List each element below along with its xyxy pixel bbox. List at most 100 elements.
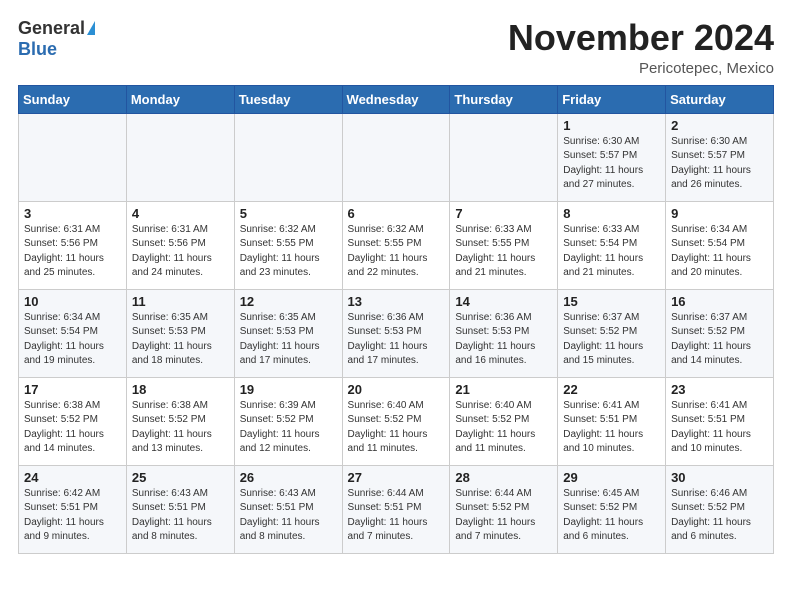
day-info: Sunrise: 6:32 AMSunset: 5:55 PMDaylight:… <box>348 223 445 281</box>
day-number: 2 <box>671 118 768 133</box>
calendar-day-header: Sunday <box>19 85 127 113</box>
calendar-cell: 30 Sunrise: 6:46 AMSunset: 5:52 PMDayligh… <box>666 465 774 553</box>
calendar-week-row: 24Sunrise: 6:42 AMSunset: 5:51 PMDayligh… <box>19 465 774 553</box>
day-info: Sunrise: 6:31 AMSunset: 5:56 PMDaylight:… <box>132 223 229 281</box>
day-number: 19 <box>240 382 337 397</box>
day-info: Sunrise: 6:35 AMSunset: 5:53 PMDaylight:… <box>240 311 337 369</box>
day-number: 8 <box>563 206 660 221</box>
day-number: 4 <box>132 206 229 221</box>
calendar-day-header: Friday <box>558 85 666 113</box>
calendar-cell <box>19 113 127 201</box>
calendar-cell: 28 Sunrise: 6:44 AMSunset: 5:52 PMDayligh… <box>450 465 558 553</box>
day-info: Sunrise: 6:43 AMSunset: 5:51 PMDaylight:… <box>132 487 229 545</box>
calendar-week-row: 1 Sunrise: 6:30 AMSunset: 5:57 PMDaylight… <box>19 113 774 201</box>
calendar-cell: 19Sunrise: 6:39 AMSunset: 5:52 PMDayligh… <box>234 377 342 465</box>
day-info: Sunrise: 6:32 AMSunset: 5:55 PMDaylight:… <box>240 223 337 281</box>
calendar-cell: 6Sunrise: 6:32 AMSunset: 5:55 PMDaylight… <box>342 201 450 289</box>
calendar-cell: 7 Sunrise: 6:33 AMSunset: 5:55 PMDaylight… <box>450 201 558 289</box>
day-info: Sunrise: 6:31 AMSunset: 5:56 PMDaylight:… <box>24 223 121 281</box>
day-number: 14 <box>455 294 552 309</box>
day-number: 5 <box>240 206 337 221</box>
day-info: Sunrise: 6:30 AMSunset: 5:57 PMDaylight:… <box>671 135 768 193</box>
day-info: Sunrise: 6:34 AMSunset: 5:54 PMDaylight:… <box>671 223 768 281</box>
logo-blue-text: Blue <box>18 39 57 60</box>
calendar-cell: 27 Sunrise: 6:44 AMSunset: 5:51 PMDayligh… <box>342 465 450 553</box>
day-number: 20 <box>348 382 445 397</box>
calendar-day-header: Saturday <box>666 85 774 113</box>
day-info: Sunrise: 6:45 AMSunset: 5:52 PMDaylight:… <box>563 487 660 545</box>
day-number: 25 <box>132 470 229 485</box>
day-number: 21 <box>455 382 552 397</box>
day-info: Sunrise: 6:38 AMSunset: 5:52 PMDaylight:… <box>132 399 229 457</box>
day-info: Sunrise: 6:33 AMSunset: 5:55 PMDaylight:… <box>455 223 552 281</box>
day-number: 7 <box>455 206 552 221</box>
day-info: Sunrise: 6:37 AMSunset: 5:52 PMDaylight:… <box>563 311 660 369</box>
calendar-day-header: Monday <box>126 85 234 113</box>
day-info: Sunrise: 6:44 AMSunset: 5:52 PMDaylight:… <box>455 487 552 545</box>
calendar-week-row: 10 Sunrise: 6:34 AMSunset: 5:54 PMDayligh… <box>19 289 774 377</box>
calendar-cell: 10 Sunrise: 6:34 AMSunset: 5:54 PMDayligh… <box>19 289 127 377</box>
calendar-cell: 3 Sunrise: 6:31 AMSunset: 5:56 PMDaylight… <box>19 201 127 289</box>
calendar-day-header: Thursday <box>450 85 558 113</box>
day-info: Sunrise: 6:42 AMSunset: 5:51 PMDaylight:… <box>24 487 121 545</box>
day-info: Sunrise: 6:37 AMSunset: 5:52 PMDaylight:… <box>671 311 768 369</box>
calendar-day-header: Tuesday <box>234 85 342 113</box>
calendar-cell: 20 Sunrise: 6:40 AMSunset: 5:52 PMDayligh… <box>342 377 450 465</box>
calendar-table: SundayMondayTuesdayWednesdayThursdayFrid… <box>18 85 774 554</box>
day-info: Sunrise: 6:43 AMSunset: 5:51 PMDaylight:… <box>240 487 337 545</box>
calendar-cell: 14 Sunrise: 6:36 AMSunset: 5:53 PMDayligh… <box>450 289 558 377</box>
day-number: 15 <box>563 294 660 309</box>
logo: General Blue <box>18 18 95 60</box>
day-info: Sunrise: 6:41 AMSunset: 5:51 PMDaylight:… <box>563 399 660 457</box>
page: General Blue November 2024 Pericotepec, … <box>0 0 792 564</box>
title-block: November 2024 Pericotepec, Mexico <box>508 18 774 77</box>
day-info: Sunrise: 6:41 AMSunset: 5:51 PMDaylight:… <box>671 399 768 457</box>
day-info: Sunrise: 6:44 AMSunset: 5:51 PMDaylight:… <box>348 487 445 545</box>
calendar-cell: 13Sunrise: 6:36 AMSunset: 5:53 PMDayligh… <box>342 289 450 377</box>
day-number: 10 <box>24 294 121 309</box>
header: General Blue November 2024 Pericotepec, … <box>18 18 774 77</box>
day-number: 3 <box>24 206 121 221</box>
calendar-cell: 1 Sunrise: 6:30 AMSunset: 5:57 PMDaylight… <box>558 113 666 201</box>
calendar-cell: 29 Sunrise: 6:45 AMSunset: 5:52 PMDayligh… <box>558 465 666 553</box>
calendar-cell: 11Sunrise: 6:35 AMSunset: 5:53 PMDayligh… <box>126 289 234 377</box>
calendar-week-row: 3 Sunrise: 6:31 AMSunset: 5:56 PMDaylight… <box>19 201 774 289</box>
day-number: 30 <box>671 470 768 485</box>
day-info: Sunrise: 6:35 AMSunset: 5:53 PMDaylight:… <box>132 311 229 369</box>
calendar-cell: 16Sunrise: 6:37 AMSunset: 5:52 PMDayligh… <box>666 289 774 377</box>
day-number: 18 <box>132 382 229 397</box>
day-info: Sunrise: 6:38 AMSunset: 5:52 PMDaylight:… <box>24 399 121 457</box>
day-number: 26 <box>240 470 337 485</box>
calendar-cell <box>234 113 342 201</box>
calendar-cell <box>126 113 234 201</box>
day-number: 1 <box>563 118 660 133</box>
calendar-cell: 25 Sunrise: 6:43 AMSunset: 5:51 PMDayligh… <box>126 465 234 553</box>
day-info: Sunrise: 6:30 AMSunset: 5:57 PMDaylight:… <box>563 135 660 193</box>
calendar-cell: 8 Sunrise: 6:33 AMSunset: 5:54 PMDaylight… <box>558 201 666 289</box>
day-info: Sunrise: 6:46 AMSunset: 5:52 PMDaylight:… <box>671 487 768 545</box>
calendar-cell: 17 Sunrise: 6:38 AMSunset: 5:52 PMDayligh… <box>19 377 127 465</box>
day-info: Sunrise: 6:40 AMSunset: 5:52 PMDaylight:… <box>348 399 445 457</box>
day-number: 23 <box>671 382 768 397</box>
day-info: Sunrise: 6:34 AMSunset: 5:54 PMDaylight:… <box>24 311 121 369</box>
day-info: Sunrise: 6:36 AMSunset: 5:53 PMDaylight:… <box>455 311 552 369</box>
day-number: 28 <box>455 470 552 485</box>
calendar-cell: 26 Sunrise: 6:43 AMSunset: 5:51 PMDayligh… <box>234 465 342 553</box>
calendar-cell: 4 Sunrise: 6:31 AMSunset: 5:56 PMDaylight… <box>126 201 234 289</box>
calendar-cell: 22 Sunrise: 6:41 AMSunset: 5:51 PMDayligh… <box>558 377 666 465</box>
day-number: 9 <box>671 206 768 221</box>
calendar-cell: 18 Sunrise: 6:38 AMSunset: 5:52 PMDayligh… <box>126 377 234 465</box>
calendar-cell: 9 Sunrise: 6:34 AMSunset: 5:54 PMDaylight… <box>666 201 774 289</box>
day-number: 27 <box>348 470 445 485</box>
day-info: Sunrise: 6:33 AMSunset: 5:54 PMDaylight:… <box>563 223 660 281</box>
day-number: 29 <box>563 470 660 485</box>
location-subtitle: Pericotepec, Mexico <box>508 60 774 77</box>
day-number: 12 <box>240 294 337 309</box>
calendar-cell <box>450 113 558 201</box>
day-number: 17 <box>24 382 121 397</box>
calendar-cell: 23 Sunrise: 6:41 AMSunset: 5:51 PMDayligh… <box>666 377 774 465</box>
calendar-cell: 12 Sunrise: 6:35 AMSunset: 5:53 PMDayligh… <box>234 289 342 377</box>
day-number: 22 <box>563 382 660 397</box>
calendar-week-row: 17 Sunrise: 6:38 AMSunset: 5:52 PMDayligh… <box>19 377 774 465</box>
calendar-cell: 21Sunrise: 6:40 AMSunset: 5:52 PMDayligh… <box>450 377 558 465</box>
